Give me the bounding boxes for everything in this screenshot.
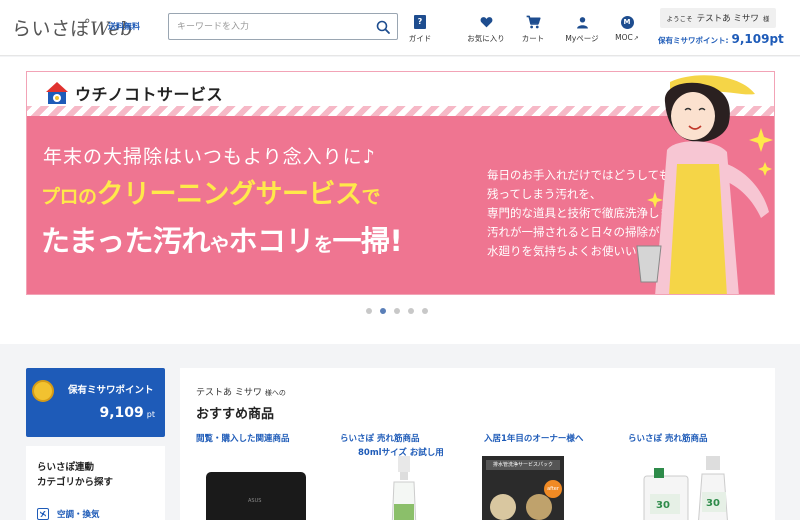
banner-area: ウチノコトサービス 年末の大掃除はいつもより念入りに♪ プロのクリーニングサービ… <box>0 57 800 344</box>
points-card[interactable]: 保有ミサワポイント 9,109 pt <box>26 368 165 437</box>
nav-favorites[interactable]: お気に入り <box>466 14 506 44</box>
carousel-dot[interactable] <box>408 308 414 314</box>
search-input[interactable] <box>169 14 369 40</box>
category-title: らいさぽ連動 カテゴリから探す <box>37 462 114 488</box>
banner-headline-3: たまった汚れやホコリを一掃! <box>41 224 403 258</box>
header-points-label: 保有ミサワポイント: <box>658 36 729 45</box>
nav-mypage[interactable]: Myページ <box>560 14 604 44</box>
points-card-title: 保有ミサワポイント <box>68 385 154 396</box>
cleaning-woman-illustration <box>636 75 773 294</box>
carousel-dot-active[interactable] <box>380 308 386 314</box>
heart-icon <box>480 17 492 28</box>
site-header: らいさぽWeb 送料無料 ? ガイド お気に入り カート Myページ M MOC… <box>0 0 800 56</box>
moc-icon: M <box>620 15 634 29</box>
product-image-laptop[interactable]: ASUS <box>206 472 306 520</box>
nav-cart-label: カート <box>521 34 545 43</box>
hero-banner[interactable]: ウチノコトサービス 年末の大掃除はいつもより念入りに♪ プロのクリーニングサービ… <box>26 71 775 295</box>
search-icon[interactable] <box>375 19 391 35</box>
product-image-drain-pack[interactable]: 排水管洗浄サービスパック after <box>482 456 564 520</box>
external-link-icon: ↗ <box>633 35 639 42</box>
carousel-dots <box>366 308 428 314</box>
recommend-column-bestseller-2[interactable]: らいさぽ 売れ筋商品 <box>628 432 707 444</box>
recommend-column-bestseller-1[interactable]: らいさぽ 売れ筋商品 <box>340 432 419 444</box>
point-coin-icon <box>32 380 54 402</box>
carousel-dot[interactable] <box>366 308 372 314</box>
points-card-value: 9,109 pt <box>99 405 155 421</box>
category-item-label: 空調・換気 <box>57 510 100 520</box>
nav-moc[interactable]: M MOC↗ <box>612 14 642 42</box>
nav-moc-label: MOC <box>615 33 633 42</box>
search-box <box>168 13 398 40</box>
user-icon <box>576 16 588 28</box>
fan-icon <box>37 508 49 520</box>
svg-text:30: 30 <box>656 500 670 511</box>
nav-favorites-label: お気に入り <box>467 34 505 43</box>
welcome-user-name: テストあ ミサワ <box>696 14 759 24</box>
svg-text:30: 30 <box>706 498 720 509</box>
nav-cart[interactable]: カート <box>518 14 548 44</box>
nav-mypage-label: Myページ <box>565 34 599 43</box>
carousel-dot[interactable] <box>394 308 400 314</box>
header-points[interactable]: 保有ミサワポイント: 9,109pt <box>658 32 784 46</box>
welcome-box: ようこそ テストあ ミサワ 様 <box>660 8 776 28</box>
banner-headline-1: 年末の大掃除はいつもより念入りに♪ <box>43 146 376 168</box>
recommendations-panel: テストあ ミサワ 様への おすすめ商品 閲覧・購入した関連商品 らいさぽ 売れ筋商… <box>180 368 775 520</box>
category-item-aircon[interactable]: 空調・換気 <box>37 508 100 520</box>
recommend-for-user: テストあ ミサワ 様への <box>196 388 286 398</box>
nav-guide[interactable]: ? ガイド <box>408 14 432 44</box>
carousel-dot[interactable] <box>422 308 428 314</box>
banner-headline-2: プロのクリーニングサービスで <box>41 179 381 210</box>
banner-brand: ウチノコトサービス <box>45 81 223 105</box>
product-image-detergent[interactable]: 30 30 <box>636 456 746 520</box>
category-card: らいさぽ連動 カテゴリから探す 空調・換気 <box>26 446 165 520</box>
product-image-spray-bottle[interactable] <box>384 456 424 520</box>
free-shipping-badge: 送料無料 <box>108 22 140 31</box>
recommend-title: おすすめ商品 <box>196 407 275 422</box>
header-points-value: 9,109pt <box>731 32 784 46</box>
banner-brand-name: ウチノコトサービス <box>75 85 224 104</box>
house-logo-icon <box>46 82 68 104</box>
welcome-suffix: 様 <box>762 15 770 23</box>
welcome-prefix: ようこそ <box>666 15 693 23</box>
recommend-column-first-year[interactable]: 入居1年目のオーナー様へ <box>484 432 583 444</box>
cart-icon <box>526 15 541 29</box>
recommend-column-related[interactable]: 閲覧・購入した関連商品 <box>196 432 290 444</box>
nav-guide-label: ガイド <box>408 34 432 43</box>
guide-icon: ? <box>414 15 426 29</box>
